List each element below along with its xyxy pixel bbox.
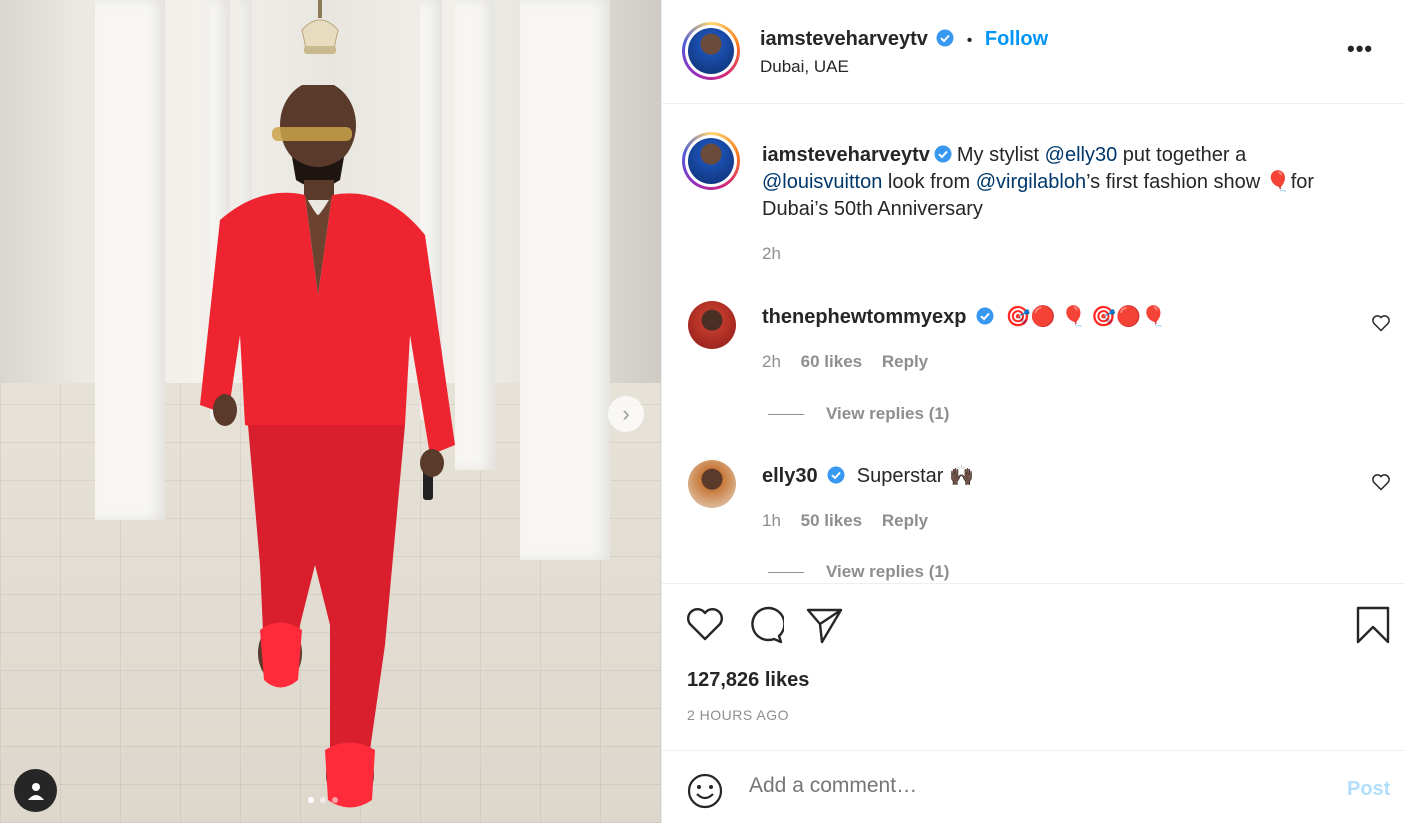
caption-text: ’s first fashion show [1086, 171, 1266, 193]
carousel-dot [308, 797, 314, 803]
likes-count[interactable]: 127,826 likes [687, 669, 809, 692]
author-username[interactable]: iamsteveharveytv [760, 28, 928, 50]
more-options-button[interactable]: ••• [1347, 36, 1373, 62]
verified-icon [976, 307, 994, 325]
caption-text: My stylist [956, 144, 1045, 166]
comments-section[interactable]: iamsteveharveytv My stylist @elly30 put t… [662, 104, 1405, 582]
comment-meta: 1h 50 likes Reply [762, 511, 928, 531]
comment-username[interactable]: elly30 [762, 465, 818, 487]
separator-dot: • [966, 32, 973, 49]
balloon-emoji: 🎈 [1265, 171, 1291, 193]
ceiling-lamp [301, 0, 339, 54]
comment-time: 2h [762, 352, 781, 371]
caption-text: look from [882, 171, 976, 193]
comment: elly30 Superstar 🙌🏿 [762, 463, 974, 488]
verified-icon [936, 29, 954, 47]
caption: iamsteveharveytv My stylist @elly30 put t… [762, 142, 1372, 223]
comment-composer: Post [662, 750, 1405, 824]
follow-button[interactable]: Follow [985, 28, 1048, 50]
carousel-indicator [308, 797, 338, 803]
caption-text: put together a [1117, 144, 1247, 166]
carousel-dot [332, 797, 338, 803]
post-actions: 127,826 likes 2 HOURS AGO [662, 583, 1405, 751]
verified-icon [934, 145, 952, 163]
post-comment-button[interactable]: Post [1347, 778, 1390, 801]
caption-username[interactable]: iamsteveharveytv [762, 144, 930, 166]
reply-button[interactable]: Reply [882, 511, 928, 530]
post-location[interactable]: Dubai, UAE [760, 57, 849, 77]
comment-meta: 2h 60 likes Reply [762, 352, 928, 372]
more-icon: ••• [1347, 36, 1374, 61]
share-icon[interactable] [806, 606, 844, 644]
author-avatar[interactable] [682, 22, 740, 80]
verified-icon [827, 466, 845, 484]
mention-link[interactable]: @louisvuitton [762, 171, 882, 193]
person-in-red-outfit [200, 85, 455, 808]
pillar [95, 0, 165, 520]
comment-likes[interactable]: 50 likes [801, 511, 862, 530]
view-replies-button[interactable]: View replies (1) [826, 404, 949, 423]
comment-text: 🎯🔴 🎈 🎯🔴🎈 [1005, 306, 1167, 328]
post-header: iamsteveharveytv • Follow Dubai, UAE ••• [662, 0, 1405, 104]
comment-time: 1h [762, 511, 781, 530]
user-tag-icon [27, 782, 44, 800]
comment-like-heart-icon[interactable] [1371, 313, 1391, 333]
post-timestamp[interactable]: 2 HOURS AGO [687, 707, 789, 723]
reply-button[interactable]: Reply [882, 352, 928, 371]
post-panel: iamsteveharveytv • Follow Dubai, UAE •••… [661, 0, 1405, 823]
chevron-right-icon: › [622, 401, 630, 426]
comment-username[interactable]: thenephewtommyexp [762, 306, 966, 328]
mention-link[interactable]: @virgilabloh [976, 171, 1086, 193]
heart-icon[interactable] [686, 606, 724, 642]
mention-link[interactable]: @elly30 [1045, 144, 1118, 166]
commenter-avatar[interactable] [688, 460, 736, 508]
view-replies-row[interactable]: View replies (1) [768, 562, 949, 582]
caption-avatar[interactable] [682, 132, 740, 190]
comment-icon[interactable] [746, 606, 784, 644]
view-replies-button[interactable]: View replies (1) [826, 562, 949, 581]
caption-time: 2h [762, 244, 781, 263]
post-media[interactable]: › [0, 0, 661, 823]
carousel-dot [320, 797, 326, 803]
next-slide-button[interactable]: › [608, 396, 644, 432]
reply-line [768, 572, 804, 574]
reply-line [768, 414, 804, 416]
bookmark-icon[interactable] [1356, 606, 1390, 644]
user-tags-button[interactable] [14, 769, 57, 812]
pillar [520, 0, 610, 560]
comment-likes[interactable]: 60 likes [801, 352, 862, 371]
comment-text: Superstar 🙌🏿 [856, 465, 974, 487]
comment-input[interactable] [747, 773, 1311, 799]
view-replies-row[interactable]: View replies (1) [768, 404, 949, 424]
comment-like-heart-icon[interactable] [1371, 472, 1391, 492]
comment: thenephewtommyexp 🎯🔴 🎈 🎯🔴🎈 [762, 304, 1166, 329]
commenter-avatar[interactable] [688, 301, 736, 349]
emoji-icon[interactable] [687, 773, 723, 809]
